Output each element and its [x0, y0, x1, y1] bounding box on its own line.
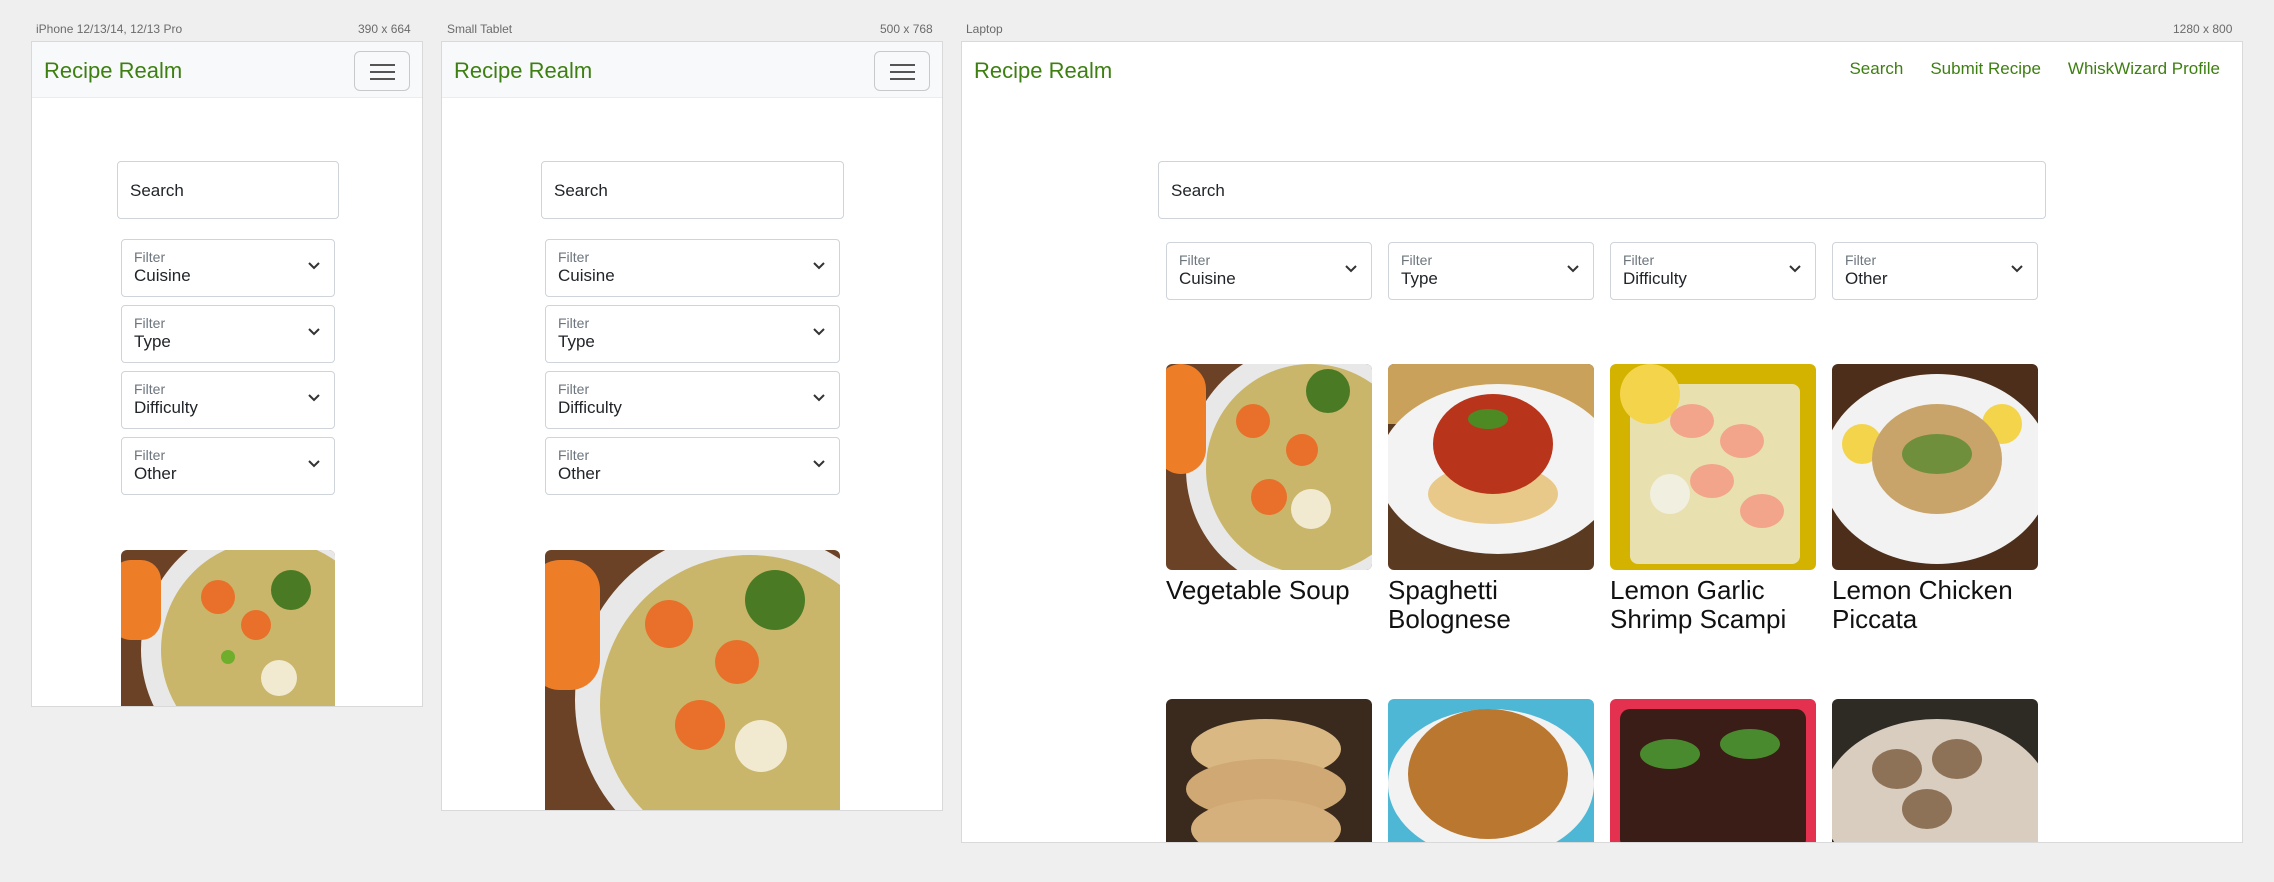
brand-logo[interactable]: Recipe Realm: [974, 58, 1112, 84]
filter-label: Filter: [134, 447, 166, 463]
recipe-card[interactable]: [1832, 699, 2038, 842]
chevron-down-icon: [308, 394, 320, 402]
recipe-card[interactable]: [1610, 699, 1816, 842]
tacos-image: [1610, 699, 1816, 842]
chevron-down-icon: [1345, 265, 1357, 273]
recipe-title[interactable]: Vegetable Soup: [1166, 576, 1372, 605]
tablet-device-label: Small Tablet: [447, 22, 513, 36]
brand-logo[interactable]: Recipe Realm: [454, 58, 592, 84]
search-input[interactable]: Search: [541, 161, 844, 219]
recipe-card[interactable]: [1166, 699, 1372, 842]
filter-label: Filter: [1179, 252, 1211, 268]
recipe-title[interactable]: Lemon Chicken Piccata: [1832, 576, 2038, 633]
laptop-device-label: Laptop: [966, 22, 1003, 36]
filter-other[interactable]: Filter Other: [121, 437, 335, 495]
filter-type[interactable]: Filter Type: [545, 305, 840, 363]
search-input[interactable]: Search: [117, 161, 339, 219]
laptop-frame: Recipe Realm Search Submit Recipe WhiskW…: [961, 41, 2243, 843]
recipe-card-vegetable-soup[interactable]: Vegetable Soup: [1166, 364, 1372, 605]
filter-type[interactable]: Filter Type: [1388, 242, 1594, 300]
filter-difficulty[interactable]: Filter Difficulty: [121, 371, 335, 429]
chevron-down-icon: [1567, 265, 1579, 273]
recipe-card-chicken-piccata[interactable]: Lemon Chicken Piccata: [1832, 364, 2038, 633]
navbar: Recipe Realm Search Submit Recipe WhiskW…: [962, 42, 2242, 98]
filter-label: Filter: [1401, 252, 1433, 268]
filter-label: Filter: [558, 381, 590, 397]
filter-label: Filter: [558, 315, 590, 331]
mushroom-sauce-image: [1832, 699, 2038, 842]
filter-value: Type: [134, 332, 171, 351]
filter-value: Type: [558, 332, 595, 351]
phone-frame: Recipe Realm Search Filter Cuisine Filte…: [31, 41, 423, 707]
filter-label: Filter: [558, 447, 590, 463]
filter-label: Filter: [1845, 252, 1877, 268]
filter-value: Difficulty: [134, 398, 198, 417]
navbar: Recipe Realm: [32, 42, 422, 98]
filter-difficulty[interactable]: Filter Difficulty: [545, 371, 840, 429]
chevron-down-icon: [813, 262, 825, 270]
chevron-down-icon: [813, 394, 825, 402]
chevron-down-icon: [813, 328, 825, 336]
recipe-title[interactable]: Spaghetti Bolognese: [1388, 576, 1594, 633]
filter-value: Other: [134, 464, 177, 483]
noodles-image: [1388, 699, 1594, 842]
filter-value: Cuisine: [1179, 269, 1236, 288]
nav-link-search[interactable]: Search: [1849, 59, 1903, 79]
chevron-down-icon: [1789, 265, 1801, 273]
navbar: Recipe Realm: [442, 42, 942, 98]
nav-links: Search Submit Recipe WhiskWizard Profile: [1849, 59, 2220, 79]
filter-value: Other: [558, 464, 601, 483]
filter-label: Filter: [134, 381, 166, 397]
hamburger-menu-button[interactable]: [874, 51, 930, 91]
tablet-frame: Recipe Realm Search Filter Cuisine Filte…: [441, 41, 943, 811]
recipe-card-spaghetti-bolognese[interactable]: Spaghetti Bolognese: [1388, 364, 1594, 633]
filter-label: Filter: [134, 315, 166, 331]
recipe-card[interactable]: [121, 550, 335, 706]
filter-cuisine[interactable]: Filter Cuisine: [1166, 242, 1372, 300]
vegetable-soup-image: [545, 550, 840, 810]
vegetable-soup-image: [1166, 364, 1372, 570]
vegetable-soup-image: [121, 550, 335, 706]
filter-value: Difficulty: [1623, 269, 1687, 288]
chevron-down-icon: [308, 262, 320, 270]
chevron-down-icon: [308, 460, 320, 468]
filter-value: Cuisine: [558, 266, 615, 285]
filter-label: Filter: [134, 249, 166, 265]
filter-other[interactable]: Filter Other: [545, 437, 840, 495]
recipe-card-shrimp-scampi[interactable]: Lemon Garlic Shrimp Scampi: [1610, 364, 1816, 633]
tablet-size-label: 500 x 768: [880, 22, 933, 36]
spaghetti-bolognese-image: [1388, 364, 1594, 570]
filter-cuisine[interactable]: Filter Cuisine: [545, 239, 840, 297]
recipe-card[interactable]: [1388, 699, 1594, 842]
filter-type[interactable]: Filter Type: [121, 305, 335, 363]
filter-value: Other: [1845, 269, 1888, 288]
search-input[interactable]: Search: [1158, 161, 2046, 219]
nav-link-submit-recipe[interactable]: Submit Recipe: [1930, 59, 2041, 79]
hamburger-menu-button[interactable]: [354, 51, 410, 91]
filter-label: Filter: [558, 249, 590, 265]
cookies-image: [1166, 699, 1372, 842]
filter-value: Type: [1401, 269, 1438, 288]
shrimp-scampi-image: [1610, 364, 1816, 570]
recipe-card[interactable]: [545, 550, 840, 810]
filter-value: Cuisine: [134, 266, 191, 285]
brand-logo[interactable]: Recipe Realm: [44, 58, 182, 84]
filter-other[interactable]: Filter Other: [1832, 242, 2038, 300]
phone-device-label: iPhone 12/13/14, 12/13 Pro: [36, 22, 183, 36]
filter-cuisine[interactable]: Filter Cuisine: [121, 239, 335, 297]
recipe-title[interactable]: Lemon Garlic Shrimp Scampi: [1610, 576, 1816, 633]
phone-size-label: 390 x 664: [358, 22, 411, 36]
laptop-size-label: 1280 x 800: [2173, 22, 2233, 36]
filter-difficulty[interactable]: Filter Difficulty: [1610, 242, 1816, 300]
filter-value: Difficulty: [558, 398, 622, 417]
chicken-piccata-image: [1832, 364, 2038, 570]
chevron-down-icon: [2011, 265, 2023, 273]
nav-link-profile[interactable]: WhiskWizard Profile: [2068, 59, 2220, 79]
chevron-down-icon: [308, 328, 320, 336]
chevron-down-icon: [813, 460, 825, 468]
filter-label: Filter: [1623, 252, 1655, 268]
